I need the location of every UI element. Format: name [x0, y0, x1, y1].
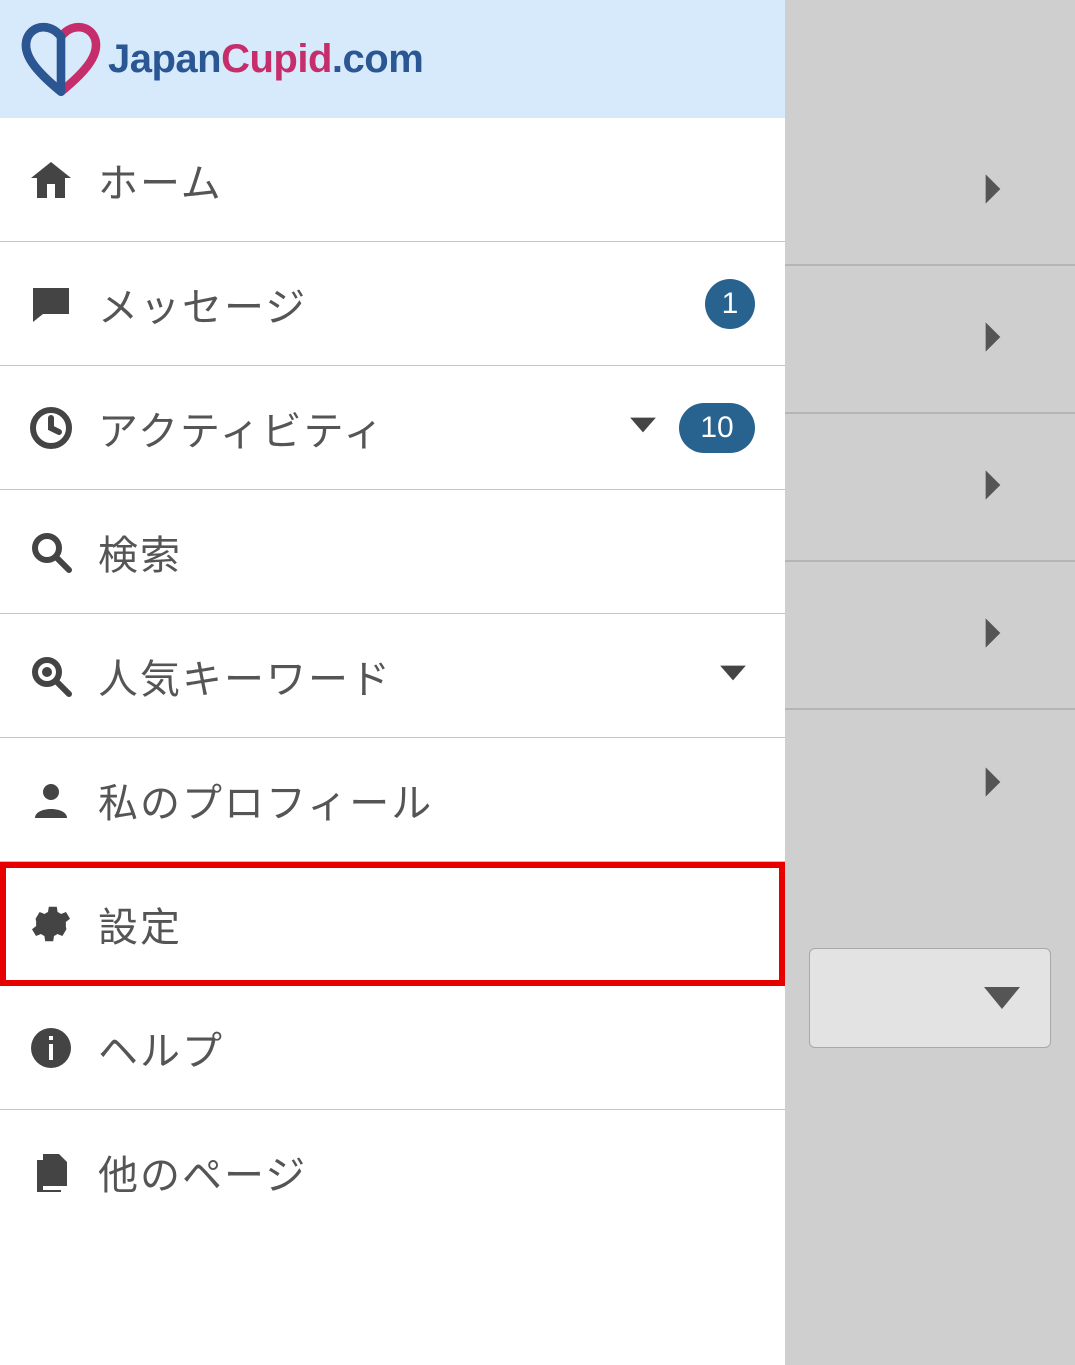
- menu-item-messages[interactable]: メッセージ 1: [0, 242, 785, 366]
- app-header: JapanCupid.com: [0, 0, 785, 118]
- menu-item-label: 設定: [98, 895, 182, 953]
- chevron-right-icon: [971, 760, 1015, 809]
- menu-item-activity[interactable]: アクティビティ 10: [0, 366, 785, 490]
- menu-item-label: 他のページ: [98, 1143, 307, 1201]
- background-spacer: [785, 1048, 1075, 1365]
- chevron-right-icon: [971, 611, 1015, 660]
- menu-item-popular-keywords[interactable]: 人気キーワード: [0, 614, 785, 738]
- background-list-row[interactable]: [785, 414, 1075, 562]
- background-header-area: [785, 0, 1075, 118]
- chevron-right-icon: [971, 315, 1015, 364]
- background-list-row[interactable]: [785, 710, 1075, 858]
- brand-text: JapanCupid.com: [108, 37, 423, 82]
- chevron-down-icon: [711, 651, 755, 700]
- user-icon: [20, 769, 82, 831]
- background-panel: [785, 0, 1075, 1365]
- menu-item-search[interactable]: 検索: [0, 490, 785, 614]
- brand-logo: JapanCupid.com: [18, 16, 423, 102]
- background-list-row[interactable]: [785, 562, 1075, 710]
- background-spacer: [785, 858, 1075, 948]
- menu-item-home[interactable]: ホーム: [0, 118, 785, 242]
- search-icon: [20, 521, 82, 583]
- menu-item-label: ヘルプ: [98, 1019, 224, 1077]
- background-list-row[interactable]: [785, 118, 1075, 266]
- pages-icon: [20, 1141, 82, 1203]
- count-badge: 1: [705, 279, 755, 329]
- main-menu: ホーム メッセージ 1 アクティビティ: [0, 118, 785, 1365]
- chevron-down-icon: [621, 403, 665, 452]
- info-icon: [20, 1017, 82, 1079]
- count-badge: 10: [679, 403, 755, 453]
- message-icon: [20, 273, 82, 335]
- menu-item-other-pages[interactable]: 他のページ: [0, 1110, 785, 1234]
- menu-item-label: メッセージ: [98, 275, 307, 333]
- menu-item-my-profile[interactable]: 私のプロフィール: [0, 738, 785, 862]
- chevron-right-icon: [971, 463, 1015, 512]
- home-icon: [20, 149, 82, 211]
- clock-icon: [20, 397, 82, 459]
- heart-icon: [18, 16, 104, 102]
- menu-item-label: ホーム: [98, 151, 223, 209]
- caret-down-icon: [984, 987, 1020, 1009]
- menu-item-label: 私のプロフィール: [98, 771, 433, 829]
- chevron-right-icon: [971, 167, 1015, 216]
- background-list-row[interactable]: [785, 266, 1075, 414]
- gear-icon: [20, 893, 82, 955]
- menu-item-settings[interactable]: 設定: [0, 862, 785, 986]
- menu-item-label: 検索: [98, 523, 182, 581]
- menu-item-label: 人気キーワード: [98, 647, 392, 705]
- background-dropdown[interactable]: [809, 948, 1051, 1048]
- menu-item-label: アクティビティ: [98, 399, 385, 457]
- star-search-icon: [20, 645, 82, 707]
- menu-item-help[interactable]: ヘルプ: [0, 986, 785, 1110]
